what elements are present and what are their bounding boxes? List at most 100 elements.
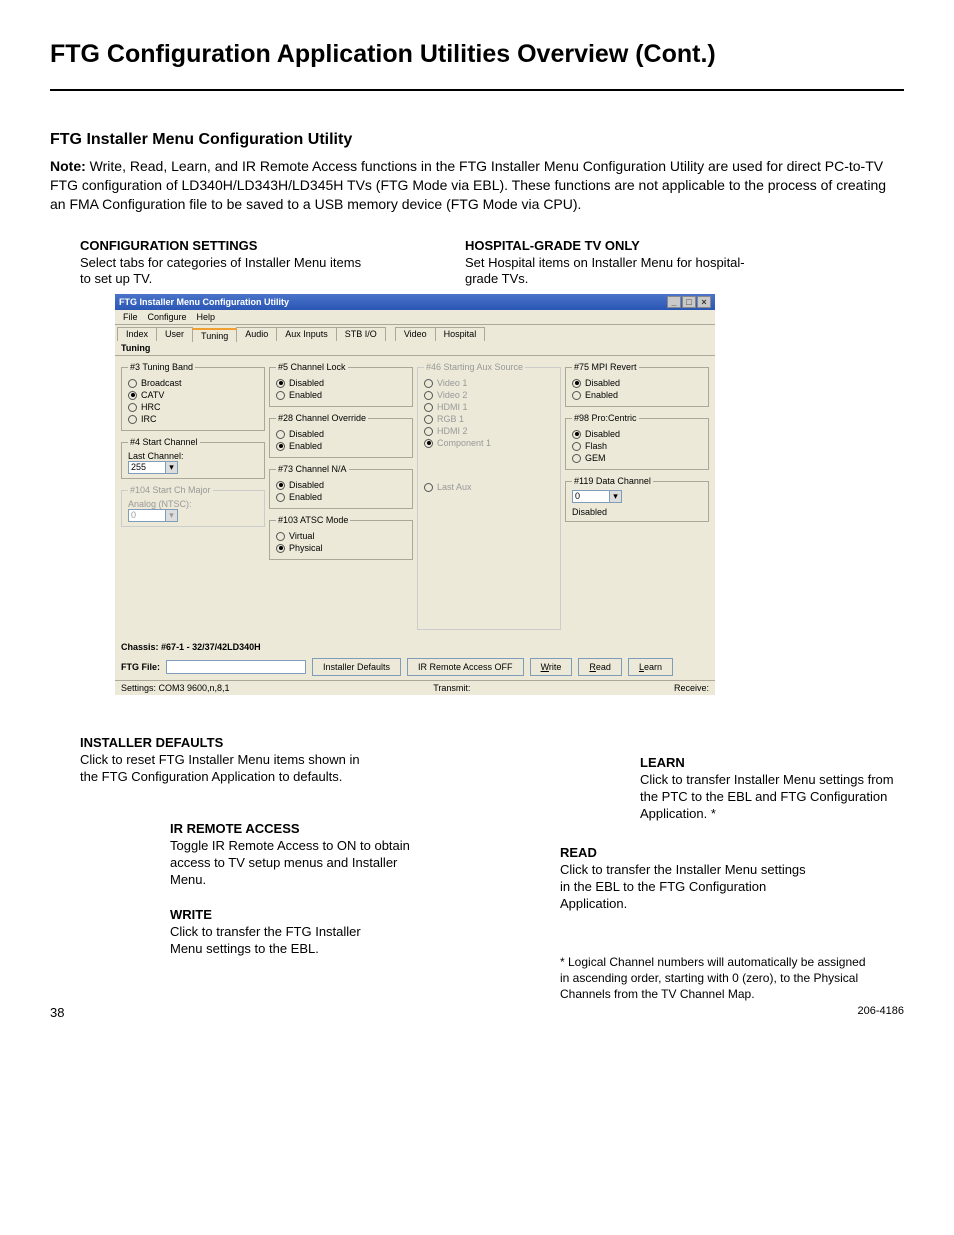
radio-irc[interactable]: IRC bbox=[128, 414, 258, 424]
radio-enabled[interactable]: Enabled bbox=[276, 441, 406, 451]
callout-heading: LEARN bbox=[640, 755, 910, 772]
callout-body: Select tabs for categories of Installer … bbox=[80, 255, 370, 289]
read-button[interactable]: Read bbox=[578, 658, 622, 676]
tab-audio[interactable]: Audio bbox=[236, 327, 277, 341]
callout-heading: READ bbox=[560, 845, 810, 862]
label: Last Channel: bbox=[128, 451, 258, 461]
note-text: Write, Read, Learn, and IR Remote Access… bbox=[50, 158, 886, 212]
radio-disabled[interactable]: Disabled bbox=[572, 378, 702, 388]
section-heading: FTG Installer Menu Configuration Utility bbox=[50, 131, 904, 149]
radio-rgb1: RGB 1 bbox=[424, 414, 554, 424]
app-window: FTG Installer Menu Configuration Utility… bbox=[115, 294, 715, 695]
chevron-down-icon: ▾ bbox=[165, 510, 177, 521]
menu-help[interactable]: Help bbox=[193, 311, 220, 323]
titlebar: FTG Installer Menu Configuration Utility… bbox=[115, 294, 715, 310]
menu-configure[interactable]: Configure bbox=[144, 311, 191, 323]
menubar: File Configure Help bbox=[115, 310, 715, 325]
radio-hdmi1: HDMI 1 bbox=[424, 402, 554, 412]
page-number: 38 bbox=[50, 1005, 64, 1020]
callout-heading: IR REMOTE ACCESS bbox=[170, 821, 430, 838]
radio-enabled[interactable]: Enabled bbox=[276, 492, 406, 502]
chevron-down-icon: ▾ bbox=[165, 462, 177, 473]
callout-read: READ Click to transfer the Installer Men… bbox=[560, 845, 810, 913]
legend: #46 Starting Aux Source bbox=[424, 362, 525, 372]
radio-disabled[interactable]: Disabled bbox=[276, 378, 406, 388]
chassis-value: #67-1 - 32/37/42LD340H bbox=[161, 642, 261, 652]
group-start-ch-major: #104 Start Ch Major Analog (NTSC): 0▾ bbox=[121, 485, 265, 527]
tab-video[interactable]: Video bbox=[395, 327, 436, 341]
tab-aux[interactable]: Aux Inputs bbox=[276, 327, 337, 341]
tab-hospital[interactable]: Hospital bbox=[435, 327, 486, 341]
learn-button[interactable]: Learn bbox=[628, 658, 673, 676]
write-button[interactable]: Write bbox=[530, 658, 573, 676]
callout-body: Click to transfer the Installer Menu set… bbox=[560, 862, 810, 913]
radio-video2: Video 2 bbox=[424, 390, 554, 400]
radio-gem[interactable]: GEM bbox=[572, 453, 702, 463]
tab-index[interactable]: Index bbox=[117, 327, 157, 341]
radio-enabled[interactable]: Enabled bbox=[276, 390, 406, 400]
ftg-file-input[interactable] bbox=[166, 660, 306, 674]
callout-installer-defaults: INSTALLER DEFAULTS Click to reset FTG In… bbox=[80, 735, 360, 786]
callout-write: WRITE Click to transfer the FTG Installe… bbox=[170, 907, 390, 958]
minimize-icon[interactable]: _ bbox=[667, 296, 681, 308]
callout-heading: WRITE bbox=[170, 907, 390, 924]
installer-defaults-button[interactable]: Installer Defaults bbox=[312, 658, 401, 676]
radio-physical[interactable]: Physical bbox=[276, 543, 406, 553]
data-channel-status: Disabled bbox=[572, 507, 702, 517]
note-paragraph: Note: Write, Read, Learn, and IR Remote … bbox=[50, 157, 904, 214]
radio-broadcast[interactable]: Broadcast bbox=[128, 378, 258, 388]
status-transmit: Transmit: bbox=[433, 683, 470, 693]
legend: #75 MPI Revert bbox=[572, 362, 639, 372]
legend: #73 Channel N/A bbox=[276, 464, 349, 474]
radio-lastaux: Last Aux bbox=[424, 482, 554, 492]
start-ch-major-dropdown: 0▾ bbox=[128, 509, 178, 522]
start-channel-dropdown[interactable]: 255▾ bbox=[128, 461, 178, 474]
group-starting-aux: #46 Starting Aux Source Video 1 Video 2 … bbox=[417, 362, 561, 630]
page-title: FTG Configuration Application Utilities … bbox=[50, 40, 904, 69]
callout-ir-remote: IR REMOTE ACCESS Toggle IR Remote Access… bbox=[170, 821, 430, 889]
window-title: FTG Installer Menu Configuration Utility bbox=[119, 297, 289, 307]
panel-tuning: #3 Tuning Band Broadcast CATV HRC IRC #4… bbox=[115, 356, 715, 636]
note-label: Note: bbox=[50, 158, 86, 174]
status-row: Settings: COM3 9600,n,8,1 Transmit: Rece… bbox=[115, 680, 715, 695]
group-channel-override: #28 Channel Override Disabled Enabled bbox=[269, 413, 413, 458]
radio-virtual[interactable]: Virtual bbox=[276, 531, 406, 541]
group-channel-na: #73 Channel N/A Disabled Enabled bbox=[269, 464, 413, 509]
radio-enabled[interactable]: Enabled bbox=[572, 390, 702, 400]
legend: #98 Pro:Centric bbox=[572, 413, 639, 423]
radio-hdmi2: HDMI 2 bbox=[424, 426, 554, 436]
legend: #5 Channel Lock bbox=[276, 362, 348, 372]
legend: #4 Start Channel bbox=[128, 437, 200, 447]
radio-disabled[interactable]: Disabled bbox=[572, 429, 702, 439]
radio-disabled[interactable]: Disabled bbox=[276, 480, 406, 490]
radio-video1: Video 1 bbox=[424, 378, 554, 388]
group-start-channel: #4 Start Channel Last Channel: 255▾ bbox=[121, 437, 265, 479]
tab-stb[interactable]: STB I/O bbox=[336, 327, 386, 341]
callout-body: Toggle IR Remote Access to ON to obtain … bbox=[170, 838, 430, 889]
doc-number: 206-4186 bbox=[858, 1005, 905, 1020]
data-channel-dropdown[interactable]: 0▾ bbox=[572, 490, 622, 503]
group-procentric: #98 Pro:Centric Disabled Flash GEM bbox=[565, 413, 709, 470]
callout-learn: LEARN Click to transfer Installer Menu s… bbox=[640, 755, 910, 823]
footer: 38 206-4186 bbox=[50, 1005, 904, 1020]
radio-hrc[interactable]: HRC bbox=[128, 402, 258, 412]
tab-tuning[interactable]: Tuning bbox=[192, 328, 237, 342]
panel-label: Tuning bbox=[115, 341, 715, 356]
menu-file[interactable]: File bbox=[119, 311, 142, 323]
tab-user[interactable]: User bbox=[156, 327, 193, 341]
close-icon[interactable]: × bbox=[697, 296, 711, 308]
callout-heading: HOSPITAL-GRADE TV ONLY bbox=[465, 238, 755, 255]
legend: #3 Tuning Band bbox=[128, 362, 195, 372]
group-data-channel: #119 Data Channel 0▾ Disabled bbox=[565, 476, 709, 522]
group-channel-lock: #5 Channel Lock Disabled Enabled bbox=[269, 362, 413, 407]
tabs: Index User Tuning Audio Aux Inputs STB I… bbox=[115, 325, 715, 341]
ir-remote-button[interactable]: IR Remote Access OFF bbox=[407, 658, 524, 676]
ftg-file-label: FTG File: bbox=[121, 662, 160, 672]
radio-disabled[interactable]: Disabled bbox=[276, 429, 406, 439]
divider bbox=[50, 89, 904, 91]
ftg-file-row: FTG File: Installer Defaults IR Remote A… bbox=[115, 654, 715, 680]
maximize-icon[interactable]: □ bbox=[682, 296, 696, 308]
group-tuning-band: #3 Tuning Band Broadcast CATV HRC IRC bbox=[121, 362, 265, 431]
radio-flash[interactable]: Flash bbox=[572, 441, 702, 451]
radio-catv[interactable]: CATV bbox=[128, 390, 258, 400]
